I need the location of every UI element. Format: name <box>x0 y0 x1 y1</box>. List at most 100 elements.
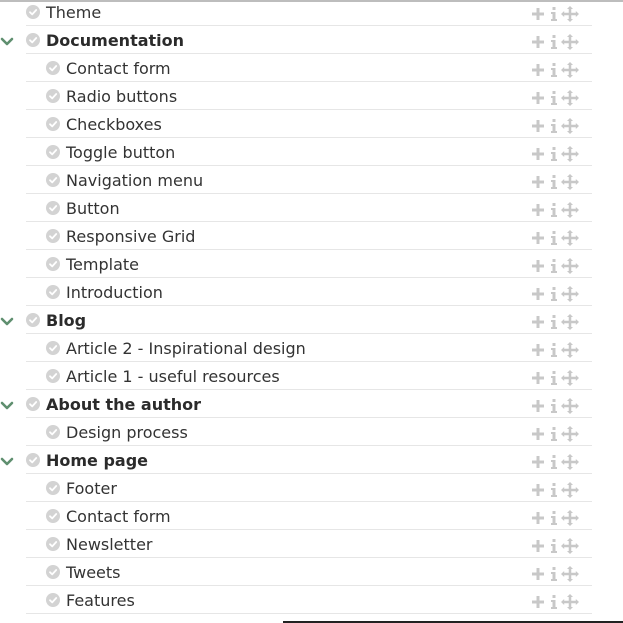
tree-row[interactable]: Contact form <box>0 502 623 530</box>
tree-row[interactable]: Theme <box>0 0 623 26</box>
move-arrows-icon[interactable] <box>561 454 579 470</box>
tree-row[interactable]: Tweets <box>0 558 623 586</box>
tree-item-label[interactable]: Blog <box>46 309 86 333</box>
tree-item-label[interactable]: Responsive Grid <box>66 225 195 249</box>
tree-item-label[interactable]: Navigation menu <box>66 169 203 193</box>
move-arrows-icon[interactable] <box>561 62 579 78</box>
plus-icon[interactable] <box>531 6 545 22</box>
move-arrows-icon[interactable] <box>561 6 579 22</box>
move-arrows-icon[interactable] <box>561 342 579 358</box>
chevron-down-icon[interactable] <box>0 399 14 413</box>
tree-row[interactable]: Blog <box>0 306 623 334</box>
info-icon[interactable] <box>549 510 559 526</box>
plus-icon[interactable] <box>531 426 545 442</box>
move-arrows-icon[interactable] <box>561 426 579 442</box>
tree-row[interactable]: Design process <box>0 418 623 446</box>
move-arrows-icon[interactable] <box>561 538 579 554</box>
tree-row[interactable]: Radio buttons <box>0 82 623 110</box>
move-arrows-icon[interactable] <box>561 314 579 330</box>
info-icon[interactable] <box>549 62 559 78</box>
move-arrows-icon[interactable] <box>561 510 579 526</box>
tree-row[interactable]: Toggle button <box>0 138 623 166</box>
tree-item-label[interactable]: Button <box>66 197 120 221</box>
plus-icon[interactable] <box>531 482 545 498</box>
move-arrows-icon[interactable] <box>561 594 579 610</box>
info-icon[interactable] <box>549 426 559 442</box>
move-arrows-icon[interactable] <box>561 230 579 246</box>
info-icon[interactable] <box>549 482 559 498</box>
info-icon[interactable] <box>549 370 559 386</box>
tree-row[interactable]: Navigation menu <box>0 166 623 194</box>
info-icon[interactable] <box>549 90 559 106</box>
info-icon[interactable] <box>549 594 559 610</box>
info-icon[interactable] <box>549 146 559 162</box>
tree-item-label[interactable]: Contact form <box>66 505 171 529</box>
plus-icon[interactable] <box>531 566 545 582</box>
tree-row[interactable]: Article 1 - useful resources <box>0 362 623 390</box>
tree-item-label[interactable]: Toggle button <box>66 141 175 165</box>
tree-row[interactable]: Documentation <box>0 26 623 54</box>
tree-row[interactable]: Template <box>0 250 623 278</box>
plus-icon[interactable] <box>531 230 545 246</box>
tree-row[interactable]: Home page <box>0 446 623 474</box>
tree-item-label[interactable]: About the author <box>46 393 201 417</box>
tree-row[interactable]: Footer <box>0 474 623 502</box>
move-arrows-icon[interactable] <box>561 146 579 162</box>
tree-item-label[interactable]: Introduction <box>66 281 163 305</box>
tree-item-label[interactable]: Documentation <box>46 29 184 53</box>
tree-item-label[interactable]: Radio buttons <box>66 85 177 109</box>
info-icon[interactable] <box>549 174 559 190</box>
plus-icon[interactable] <box>531 314 545 330</box>
tree-row[interactable]: Responsive Grid <box>0 222 623 250</box>
info-icon[interactable] <box>549 342 559 358</box>
tree-item-label[interactable]: Article 2 - Inspirational design <box>66 337 306 361</box>
chevron-down-icon[interactable] <box>0 35 14 49</box>
tree-item-label[interactable]: Newsletter <box>66 533 153 557</box>
move-arrows-icon[interactable] <box>561 118 579 134</box>
info-icon[interactable] <box>549 314 559 330</box>
tree-item-label[interactable]: Template <box>66 253 139 277</box>
tree-row[interactable]: Introduction <box>0 278 623 306</box>
info-icon[interactable] <box>549 34 559 50</box>
plus-icon[interactable] <box>531 538 545 554</box>
plus-icon[interactable] <box>531 62 545 78</box>
chevron-down-icon[interactable] <box>0 315 14 329</box>
tree-item-label[interactable]: Tweets <box>66 561 121 585</box>
info-icon[interactable] <box>549 6 559 22</box>
plus-icon[interactable] <box>531 90 545 106</box>
move-arrows-icon[interactable] <box>561 566 579 582</box>
info-icon[interactable] <box>549 286 559 302</box>
tree-item-label[interactable]: Home page <box>46 449 148 473</box>
tree-row[interactable]: Features <box>0 586 623 614</box>
move-arrows-icon[interactable] <box>561 482 579 498</box>
info-icon[interactable] <box>549 398 559 414</box>
tree-item-label[interactable]: Article 1 - useful resources <box>66 365 280 389</box>
plus-icon[interactable] <box>531 146 545 162</box>
move-arrows-icon[interactable] <box>561 202 579 218</box>
info-icon[interactable] <box>549 258 559 274</box>
plus-icon[interactable] <box>531 594 545 610</box>
move-arrows-icon[interactable] <box>561 370 579 386</box>
tree-row[interactable]: About the author <box>0 390 623 418</box>
tree-row[interactable]: Newsletter <box>0 530 623 558</box>
tree-item-label[interactable]: Checkboxes <box>66 113 162 137</box>
tree-item-label[interactable]: Features <box>66 589 135 613</box>
move-arrows-icon[interactable] <box>561 286 579 302</box>
plus-icon[interactable] <box>531 454 545 470</box>
plus-icon[interactable] <box>531 286 545 302</box>
info-icon[interactable] <box>549 454 559 470</box>
move-arrows-icon[interactable] <box>561 90 579 106</box>
tree-row[interactable]: Contact form <box>0 54 623 82</box>
info-icon[interactable] <box>549 566 559 582</box>
info-icon[interactable] <box>549 202 559 218</box>
plus-icon[interactable] <box>531 398 545 414</box>
plus-icon[interactable] <box>531 202 545 218</box>
move-arrows-icon[interactable] <box>561 398 579 414</box>
tree-row[interactable]: Article 2 - Inspirational design <box>0 334 623 362</box>
plus-icon[interactable] <box>531 510 545 526</box>
chevron-down-icon[interactable] <box>0 455 14 469</box>
move-arrows-icon[interactable] <box>561 174 579 190</box>
plus-icon[interactable] <box>531 118 545 134</box>
tree-row[interactable]: Button <box>0 194 623 222</box>
info-icon[interactable] <box>549 118 559 134</box>
